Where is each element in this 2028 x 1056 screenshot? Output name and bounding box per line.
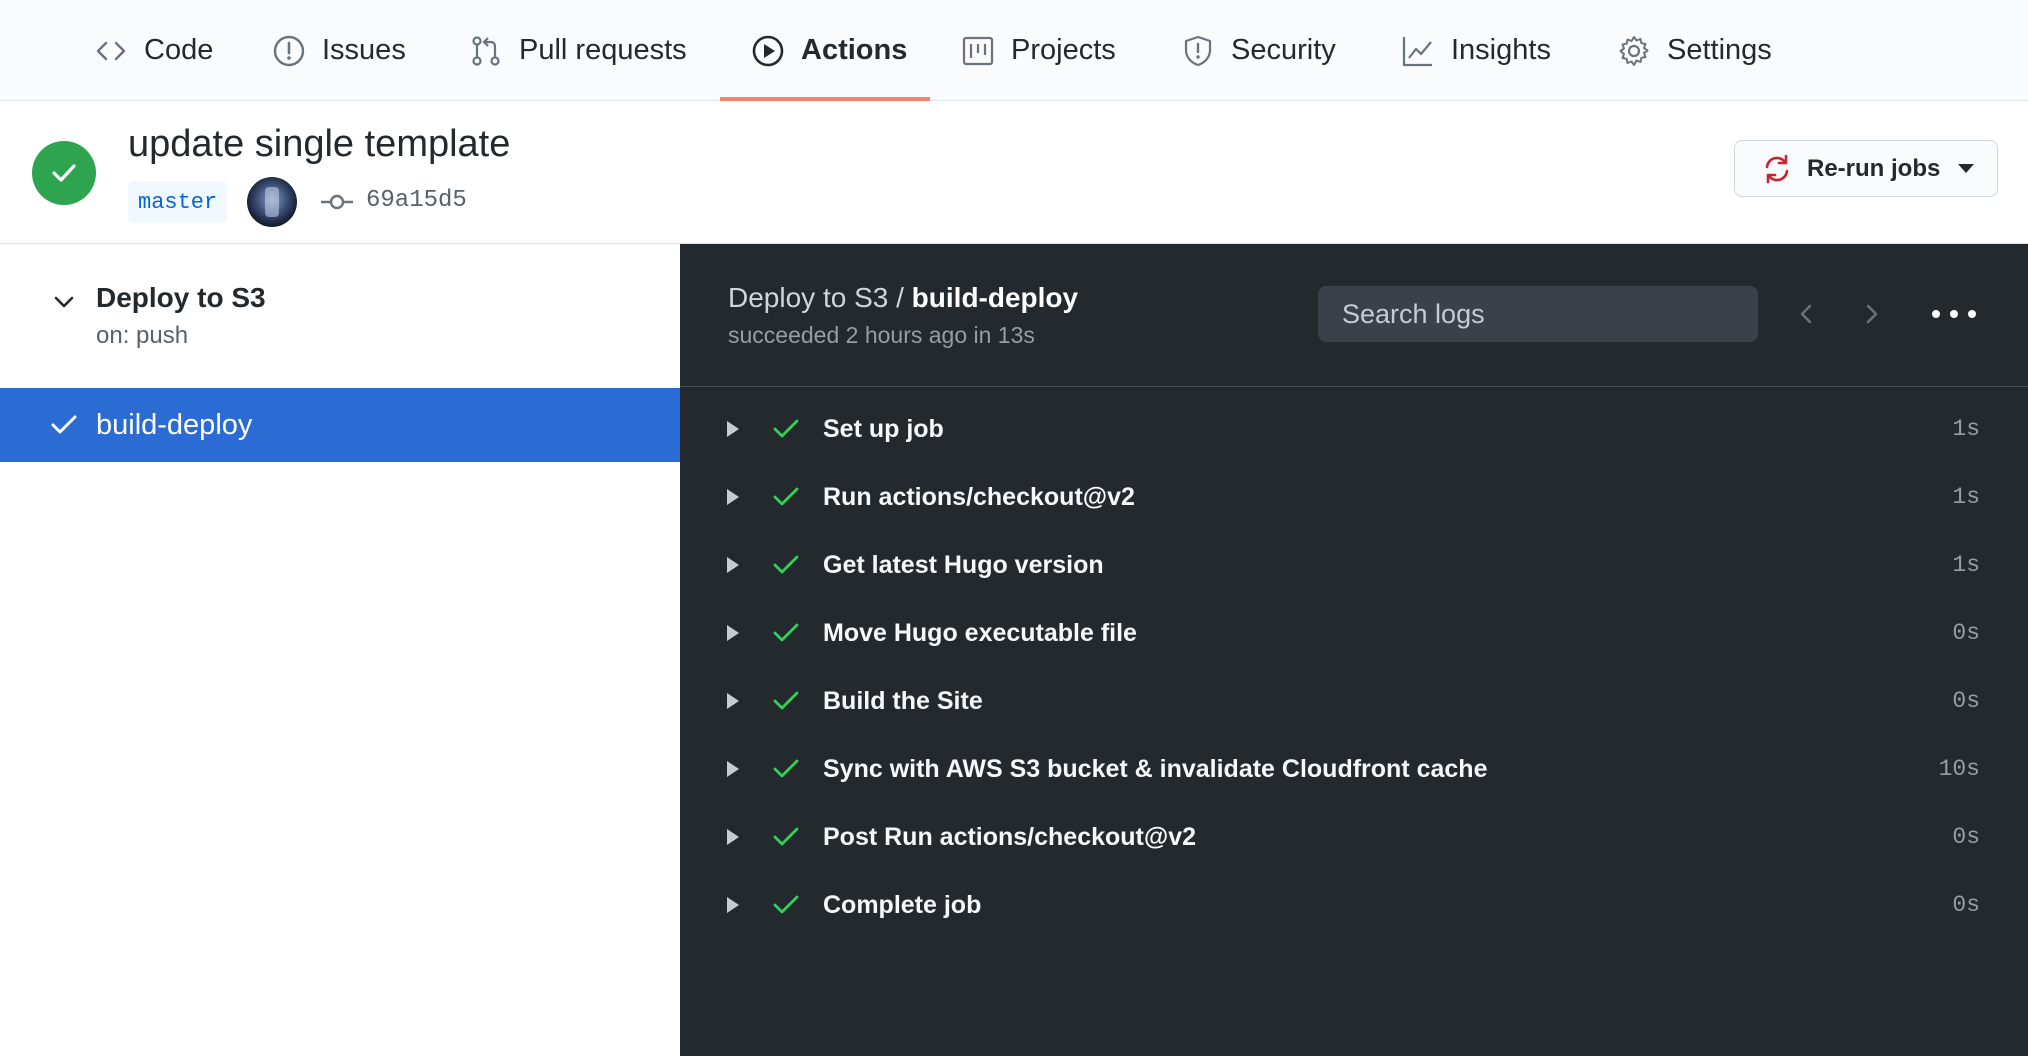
play-icon bbox=[751, 34, 785, 68]
step-name: Post Run actions/checkout@v2 bbox=[823, 822, 1197, 851]
check-icon bbox=[773, 827, 799, 846]
check-icon bbox=[51, 415, 77, 434]
step-name: Build the Site bbox=[823, 686, 983, 715]
search-logs-input[interactable] bbox=[1318, 286, 1758, 342]
tab-code[interactable]: Code bbox=[94, 0, 213, 101]
shield-icon bbox=[1181, 34, 1215, 68]
log-step-row[interactable]: Sync with AWS S3 bucket & invalidate Clo… bbox=[680, 735, 2028, 803]
check-icon bbox=[773, 895, 799, 914]
step-name: Set up job bbox=[823, 414, 944, 443]
tab-pull-requests[interactable]: Pull requests bbox=[469, 0, 687, 101]
check-icon bbox=[773, 555, 799, 574]
workflow-sidebar: Deploy to S3 on: push build-deploy bbox=[0, 244, 680, 1056]
tab-label: Security bbox=[1231, 34, 1336, 66]
tab-label: Settings bbox=[1667, 34, 1772, 66]
workflow-name[interactable]: Deploy to S3 bbox=[96, 282, 266, 314]
caret-down-icon bbox=[1958, 164, 1975, 173]
check-icon bbox=[773, 623, 799, 642]
breadcrumb-separator: / bbox=[888, 282, 912, 313]
check-icon bbox=[773, 487, 799, 506]
tab-settings[interactable]: Settings bbox=[1617, 0, 1772, 101]
log-header: Deploy to S3 / build-deploy succeeded 2 … bbox=[680, 244, 2028, 387]
expand-triangle-icon[interactable] bbox=[727, 489, 739, 505]
issue-icon bbox=[272, 34, 306, 68]
tab-security[interactable]: Security bbox=[1181, 0, 1336, 101]
commit-sha[interactable]: 69a15d5 bbox=[366, 187, 467, 214]
check-icon bbox=[773, 691, 799, 710]
project-icon bbox=[961, 34, 995, 68]
rerun-jobs-button[interactable]: Re-run jobs bbox=[1734, 140, 1998, 197]
run-title: update single template bbox=[128, 123, 511, 165]
breadcrumb-job: build-deploy bbox=[911, 282, 1079, 313]
step-duration: 10s bbox=[1938, 756, 1980, 782]
avatar[interactable] bbox=[247, 177, 297, 227]
expand-triangle-icon[interactable] bbox=[727, 761, 739, 777]
expand-triangle-icon[interactable] bbox=[727, 897, 739, 913]
success-status-icon bbox=[32, 141, 96, 205]
step-duration: 0s bbox=[1952, 688, 1980, 714]
branch-label[interactable]: master bbox=[128, 181, 228, 223]
step-duration: 1s bbox=[1952, 484, 1980, 510]
tab-insights[interactable]: Insights bbox=[1401, 0, 1551, 101]
step-name: Move Hugo executable file bbox=[823, 618, 1137, 647]
tab-issues[interactable]: Issues bbox=[272, 0, 406, 101]
gear-icon bbox=[1617, 34, 1651, 68]
chevron-left-icon[interactable] bbox=[1790, 298, 1822, 330]
tab-label: Actions bbox=[801, 34, 908, 66]
tab-label: Issues bbox=[322, 34, 406, 66]
log-step-row[interactable]: Set up job 1s bbox=[680, 395, 2028, 463]
run-header: update single template master 69a15d5 Re… bbox=[0, 101, 2028, 244]
breadcrumb-workflow: Deploy to S3 bbox=[728, 282, 889, 313]
step-duration: 0s bbox=[1952, 892, 1980, 918]
expand-triangle-icon[interactable] bbox=[727, 421, 739, 437]
graph-icon bbox=[1401, 34, 1435, 68]
step-name: Sync with AWS S3 bucket & invalidate Clo… bbox=[823, 754, 1488, 783]
step-name: Get latest Hugo version bbox=[823, 550, 1104, 579]
chevron-down-icon[interactable] bbox=[50, 288, 78, 316]
expand-triangle-icon[interactable] bbox=[727, 557, 739, 573]
tab-label: Projects bbox=[1011, 34, 1116, 66]
expand-triangle-icon[interactable] bbox=[727, 693, 739, 709]
job-item-build-deploy[interactable]: build-deploy bbox=[0, 388, 680, 462]
sync-icon bbox=[1765, 154, 1789, 183]
workflow-trigger: on: push bbox=[96, 322, 189, 349]
pull-request-icon bbox=[469, 34, 503, 68]
tab-label: Code bbox=[144, 34, 214, 66]
commit-icon bbox=[321, 194, 353, 210]
log-panel: Deploy to S3 / build-deploy succeeded 2 … bbox=[680, 244, 2028, 1056]
job-summary: succeeded 2 hours ago in 13s bbox=[728, 322, 1035, 348]
tab-label: Insights bbox=[1451, 34, 1551, 66]
log-step-row[interactable]: Get latest Hugo version 1s bbox=[680, 531, 2028, 599]
chevron-right-icon[interactable] bbox=[1856, 298, 1888, 330]
tab-label: Pull requests bbox=[519, 34, 687, 66]
step-duration: 1s bbox=[1952, 416, 1980, 442]
step-duration: 1s bbox=[1952, 552, 1980, 578]
code-icon bbox=[94, 34, 128, 68]
log-step-row[interactable]: Build the Site 0s bbox=[680, 667, 2028, 735]
log-step-row[interactable]: Run actions/checkout@v2 1s bbox=[680, 463, 2028, 531]
log-step-row[interactable]: Post Run actions/checkout@v2 0s bbox=[680, 803, 2028, 871]
step-name: Complete job bbox=[823, 890, 982, 919]
repo-nav: Code Issues Pull requests Actions Projec… bbox=[0, 0, 2028, 101]
step-duration: 0s bbox=[1952, 824, 1980, 850]
check-icon bbox=[773, 419, 799, 438]
breadcrumb: Deploy to S3 / build-deploy bbox=[728, 282, 1078, 314]
step-duration: 0s bbox=[1952, 620, 1980, 646]
more-options-icon[interactable] bbox=[1932, 294, 1976, 334]
log-step-row[interactable]: Complete job 0s bbox=[680, 871, 2028, 939]
expand-triangle-icon[interactable] bbox=[727, 625, 739, 641]
rerun-label: Re-run jobs bbox=[1807, 154, 1941, 182]
expand-triangle-icon[interactable] bbox=[727, 829, 739, 845]
step-name: Run actions/checkout@v2 bbox=[823, 482, 1135, 511]
check-icon bbox=[773, 759, 799, 778]
log-step-row[interactable]: Move Hugo executable file 0s bbox=[680, 599, 2028, 667]
tab-projects[interactable]: Projects bbox=[961, 0, 1116, 101]
tab-actions[interactable]: Actions bbox=[751, 0, 907, 101]
job-label: build-deploy bbox=[96, 408, 253, 441]
